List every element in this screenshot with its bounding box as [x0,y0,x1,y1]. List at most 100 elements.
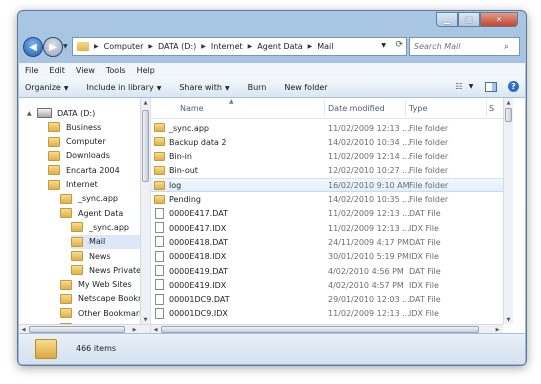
tree-item[interactable]: ▲ DATA (D:) [27,106,95,120]
tree-item[interactable]: News [71,249,111,263]
file-row[interactable]: Pending 14/02/2010 10:35 ... File folder [151,193,513,207]
navigation-pane: ▲ DATA (D:) Business Computer Downloads Encar… [19,98,151,334]
search-box[interactable]: ⌕ [409,37,520,56]
close-button[interactable]: ✕ [480,12,518,27]
tree-item[interactable]: Agent Data [60,206,123,220]
new-folder-button[interactable]: New folder [284,83,327,92]
include-in-library-button[interactable]: Include in library ▼ [86,83,161,92]
column-header-size[interactable]: S [489,104,494,113]
menu-file[interactable]: File [25,66,38,75]
breadcrumb-mail[interactable]: Mail [317,42,333,51]
menu-edit[interactable]: Edit [49,66,65,75]
scroll-thumb[interactable] [505,108,512,122]
column-header-name[interactable]: Name [180,104,204,113]
tree-item[interactable]: Business [48,120,101,134]
tree-item[interactable]: Other Bookmarks [60,306,148,320]
tree-item[interactable]: _sync.app [71,220,129,234]
tree-item[interactable]: Netscape Bookmar [60,292,150,306]
menu-view[interactable]: View [76,66,95,75]
tree-item[interactable]: Mail [71,234,140,249]
tree-item[interactable]: My Web Sites [60,278,132,292]
maximize-icon: □ [465,15,473,24]
tree-item[interactable]: Internet [48,178,98,192]
collapse-icon[interactable]: ▲ [27,110,33,117]
breadcrumb-computer[interactable]: Computer [104,42,144,51]
column-header-date[interactable]: Date modified [328,104,385,113]
search-icon[interactable]: ⌕ [504,42,509,52]
tree-item[interactable]: _sync.app [60,192,118,206]
file-type: DAT File [409,209,441,219]
tree-item[interactable]: Downloads [48,149,110,163]
tree-item[interactable]: Computer [48,135,106,149]
file-date: 12/02/2010 10:27 ... [328,166,410,176]
folder-icon [60,308,72,319]
breadcrumb-separator[interactable]: ▶ [248,43,253,50]
file-row[interactable]: Backup data 2 14/02/2010 10:34 ... File fo… [151,135,513,149]
breadcrumb-separator[interactable]: ▶ [201,43,206,50]
file-row[interactable]: 00001DC9.IDX 11/02/2009 12:13 ... IDX File [151,307,513,321]
file-icon [155,222,164,234]
forward-button[interactable]: ▶ [43,37,63,57]
burn-button[interactable]: Burn [248,83,267,92]
file-type: File folder [409,123,449,133]
organize-button[interactable]: Organize ▼ [25,83,68,92]
scroll-up-icon[interactable]: ▲ [141,98,150,107]
file-row[interactable]: 0000E417.DAT 11/02/2009 12:13 ... DAT File [151,207,513,221]
file-row[interactable]: 0000E419.IDX 4/02/2010 4:57 PM IDX File [151,278,513,292]
file-row[interactable]: 0000E419.DAT 4/02/2010 4:56 PM DAT File [151,264,513,278]
file-row[interactable]: log 16/02/2010 9:10 AM File folder [151,178,513,193]
address-dropdown-icon[interactable]: ▼ [381,42,386,49]
column-header-type[interactable]: Type [409,104,427,113]
back-button[interactable]: ◀ [23,37,43,57]
menu-help[interactable]: Help [137,66,155,75]
file-row[interactable]: 0000E418.IDX 30/01/2010 5:19 PM IDX File [151,250,513,264]
file-date: 11/02/2009 12:13 ... [328,223,410,233]
breadcrumb-agent-data[interactable]: Agent Data [257,42,302,51]
breadcrumb-separator[interactable]: ▶ [308,43,313,50]
scroll-down-icon[interactable]: ▼ [141,315,150,324]
scroll-up-icon[interactable]: ▲ [504,98,513,107]
column-divider[interactable] [405,100,406,117]
scroll-thumb[interactable] [29,326,125,333]
column-divider[interactable] [486,100,487,117]
file-row[interactable]: _sync.app 11/02/2009 12:13 ... File folder [151,121,513,135]
refresh-icon[interactable]: ⟳ [395,40,403,50]
file-row[interactable]: 0000E418.DAT 24/11/2009 4:17 PM DAT File [151,235,513,249]
breadcrumb-data-drive[interactable]: DATA (D:) [158,42,196,51]
address-bar[interactable]: ▶ Computer ▶ DATA (D:) ▶ Internet ▶ Agen… [72,37,407,56]
file-row[interactable]: Bin-in 11/02/2009 12:14 ... File folder [151,150,513,164]
scroll-down-icon[interactable]: ▼ [504,315,513,324]
file-row[interactable]: 0000E417.IDX 11/02/2009 12:13 ... IDX File [151,221,513,235]
tree-item-label: Other Bookmarks [78,308,148,318]
address-row: ◀ ▶ ▼ ▶ Computer ▶ DATA (D:) ▶ Internet … [18,33,526,59]
chevron-down-icon[interactable]: ▼ [468,81,474,92]
folder-icon [154,123,165,132]
preview-pane-icon[interactable] [485,81,497,92]
file-row[interactable]: 00001DC9.DAT 29/01/2010 12:03 ... DAT File [151,293,513,307]
tree-item[interactable]: Encarta 2004 [48,163,120,177]
tree-item[interactable]: News Private [71,263,141,277]
breadcrumb-internet[interactable]: Internet [211,42,243,51]
explorer-window: ▁ □ ✕ ◀ ▶ ▼ ▶ Computer ▶ DATA (D:) ▶ Int… [17,10,527,366]
column-divider[interactable] [324,100,325,117]
nav-vertical-scrollbar[interactable]: ▲ ▼ [140,98,150,324]
menu-tools[interactable]: Tools [106,66,126,75]
scroll-thumb[interactable] [161,326,479,333]
file-date: 30/01/2010 5:19 PM [328,252,409,262]
file-date: 14/02/2010 10:35 ... [328,195,410,204]
change-view-icon[interactable]: ☷ [453,81,465,92]
recent-pages-dropdown[interactable]: ▼ [63,43,68,50]
share-with-button[interactable]: Share with ▼ [179,83,229,92]
file-row[interactable]: Bin-out 12/02/2010 10:27 ... File folder [151,164,513,178]
folder-icon [60,208,72,219]
file-name: _sync.app [169,123,209,133]
breadcrumb-separator[interactable]: ▶ [148,43,153,50]
minimize-button[interactable]: ▁ [436,12,458,27]
files-vertical-scrollbar[interactable]: ▲ ▼ [503,98,513,324]
help-icon[interactable]: ? [508,81,519,92]
maximize-button[interactable]: □ [458,12,480,27]
search-input[interactable] [410,41,504,52]
file-icon [155,265,164,276]
share-label: Share with [179,82,222,92]
scroll-thumb[interactable] [142,110,149,182]
